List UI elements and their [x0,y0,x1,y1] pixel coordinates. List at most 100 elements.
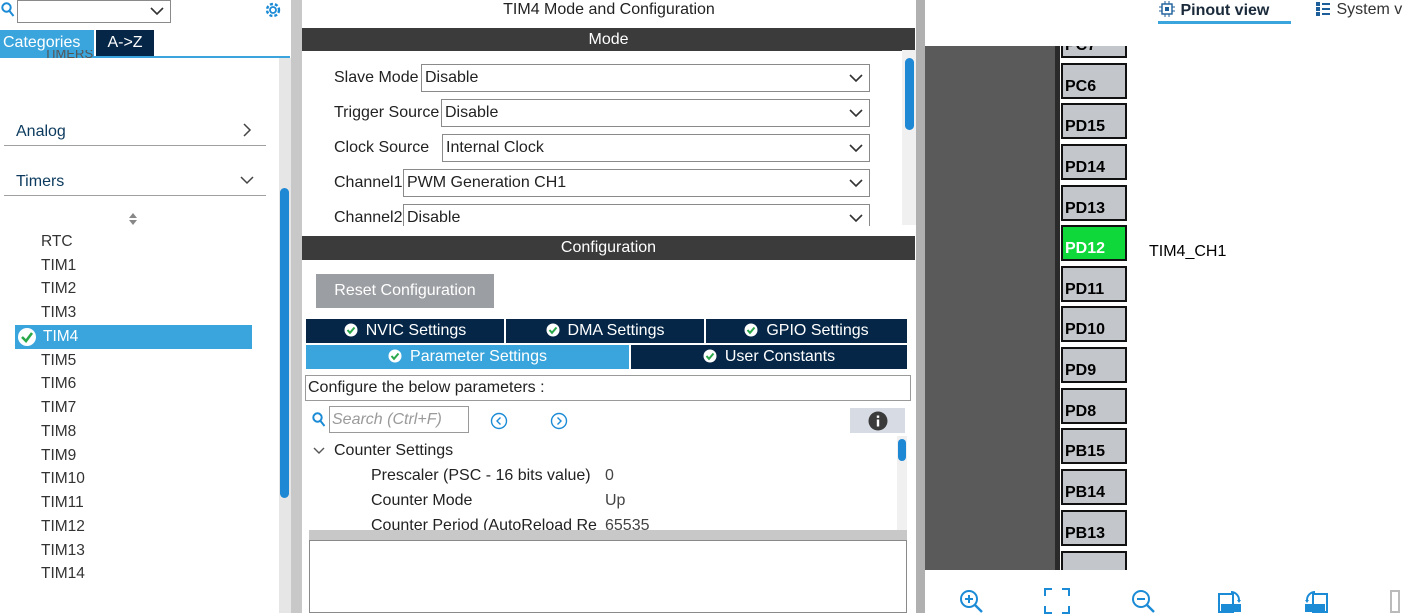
counter-settings-group[interactable]: Counter Settings [334,442,453,460]
description-box [309,540,907,613]
param-counter-mode-name: Counter Mode [371,492,473,509]
tab-label: GPIO Settings [766,322,869,339]
clock-source-label: Clock Source [334,139,430,156]
trigger-source-select[interactable]: Disable [441,99,870,127]
mode-header: Mode [302,28,915,51]
chevron-down-icon [849,210,863,226]
flip-icon[interactable] [1389,588,1407,614]
timer-item-tim5[interactable]: TIM5 [41,352,76,370]
mode-clip: Channel2 Disable [302,200,902,226]
pin-pd12[interactable]: PD12 [1061,225,1127,261]
truncated-item: TIMERS [44,50,94,58]
tab-label: System v [1336,1,1403,18]
chevron-down-icon[interactable] [312,445,326,457]
select-value: Disable [445,104,499,121]
scrollbar-thumb[interactable] [280,188,289,498]
param-counter-period-value[interactable]: 65535 [605,517,650,530]
parameter-search-input[interactable]: Search (Ctrl+F) [329,406,469,433]
chevron-down-icon [849,175,863,191]
category-timers[interactable]: Timers [4,170,266,196]
gear-icon[interactable] [262,0,284,20]
tab-dma-settings[interactable]: DMA Settings [506,319,706,343]
rotate-right-icon[interactable] [1217,588,1243,614]
tab-nvic-settings[interactable]: NVIC Settings [306,319,506,343]
timer-item-rtc[interactable]: RTC [41,233,73,251]
chevron-down-icon [849,140,863,156]
channel1-label: Channel1 [334,174,403,191]
timer-item-tim1[interactable]: TIM1 [41,257,76,275]
pin-pc6[interactable]: PC6 [1061,63,1127,99]
timer-item-tim10[interactable]: TIM10 [41,470,85,488]
params-clip: Prescaler (PSC - 16 bits value) 0 Counte… [302,462,896,530]
search-icon [311,412,327,428]
pin-pb13[interactable]: PB13 [1061,510,1127,546]
slave-mode-select[interactable]: Disable [421,64,870,92]
tab-parameter-settings[interactable]: Parameter Settings [306,345,631,369]
info-icon [868,411,888,431]
pin-pd11[interactable]: PD11 [1061,266,1127,302]
pin-pd9[interactable]: PD9 [1061,347,1127,383]
chip-icon [1158,0,1176,18]
category-label: Timers [16,173,65,190]
pin-next[interactable] [1061,551,1127,570]
timer-item-tim7[interactable]: TIM7 [41,399,76,417]
tab-a-to-z[interactable]: A->Z [96,30,154,56]
pin-pc7[interactable]: PC7 [1061,46,1127,58]
tab-user-constants[interactable]: User Constants [631,345,907,369]
rotate-left-icon[interactable] [1303,588,1329,614]
timer-item-tim8[interactable]: TIM8 [41,423,76,441]
sort-icon[interactable] [127,211,139,227]
fit-to-screen-icon[interactable] [1044,588,1070,614]
chevron-down-icon[interactable] [150,3,164,19]
clock-source-select[interactable]: Internal Clock [442,134,870,162]
panel-splitter[interactable] [916,0,925,613]
reset-configuration-button[interactable]: Reset Configuration [316,274,494,308]
channel2-select[interactable]: Disable [403,204,870,226]
pin-pd14[interactable]: PD14 [1061,144,1127,180]
timer-item-tim13[interactable]: TIM13 [41,542,85,560]
zoom-out-icon[interactable] [1130,588,1156,614]
chevron-down-icon [849,70,863,86]
panel-splitter[interactable] [291,0,302,613]
pin-pd10[interactable]: PD10 [1061,306,1127,342]
timer-item-tim3[interactable]: TIM3 [41,304,76,322]
component-panel: Categories A->Z TIMERS Analog Timers RTC… [0,0,291,613]
params-scrollbar-thumb[interactable] [898,439,906,461]
tab-label: Parameter Settings [410,348,547,365]
pin-pd8[interactable]: PD8 [1061,388,1127,424]
description-splitter[interactable] [309,530,907,540]
channel1-select[interactable]: PWM Generation CH1 [403,169,870,197]
check-icon [388,347,402,363]
param-counter-mode-value[interactable]: Up [605,492,625,510]
timer-item-tim12[interactable]: TIM12 [41,518,85,536]
tab-system-view[interactable]: System v [1314,0,1407,24]
pin-pd13[interactable]: PD13 [1061,185,1127,221]
zoom-in-icon[interactable] [958,588,984,614]
tab-pinout-view[interactable]: Pinout view [1158,0,1291,24]
component-search-input[interactable] [17,0,171,23]
search-icon[interactable] [0,0,16,20]
check-icon [703,347,717,363]
next-result-icon[interactable] [550,412,568,430]
category-analog[interactable]: Analog [4,120,266,146]
tab-gpio-settings[interactable]: GPIO Settings [706,319,907,343]
check-icon [546,321,560,337]
previous-result-icon[interactable] [490,412,508,430]
pin-function-label: TIM4_CH1 [1149,243,1227,260]
param-counter-period-name: Counter Period (AutoReload Re [371,517,597,530]
info-button[interactable] [850,408,905,433]
select-value: Disable [407,209,461,226]
timer-item-tim9[interactable]: TIM9 [41,447,76,465]
timer-item-tim2[interactable]: TIM2 [41,280,76,298]
timer-item-tim4[interactable]: TIM4 [43,328,78,346]
slave-mode-label: Slave Mode [334,69,419,86]
timer-item-tim6[interactable]: TIM6 [41,375,76,393]
pin-pb14[interactable]: PB14 [1061,469,1127,505]
param-prescaler-value[interactable]: 0 [605,467,614,485]
timer-item-tim14[interactable]: TIM14 [41,565,85,583]
pin-pd15[interactable]: PD15 [1061,103,1127,139]
pin-pb15[interactable]: PB15 [1061,428,1127,464]
timer-item-tim11[interactable]: TIM11 [41,494,84,512]
mode-scrollbar-thumb[interactable] [905,58,914,130]
tab-label: Pinout view [1180,2,1270,19]
